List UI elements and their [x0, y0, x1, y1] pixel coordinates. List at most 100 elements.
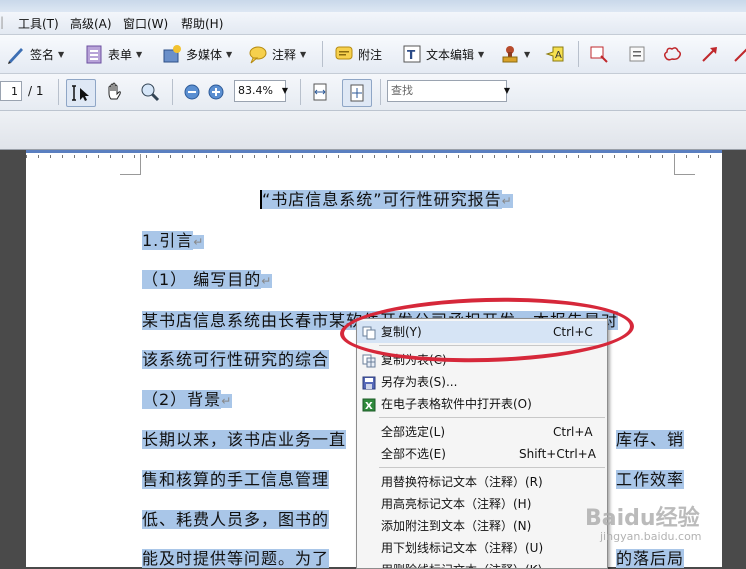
paragraph-line-6-end-text: 的落后局: [616, 549, 685, 568]
arrow-button[interactable]: [700, 42, 720, 66]
paragraph-line-2: 该系统可行性研究的综合: [142, 346, 330, 370]
line-icon: [732, 44, 746, 64]
note-button[interactable]: 附注: [334, 42, 382, 66]
menu-item-save-as-table-label: 另存为表(S)...: [381, 375, 458, 389]
chevron-down-icon: ▼: [226, 49, 233, 59]
callout-icon: A: [545, 44, 565, 64]
svg-text:X: X: [365, 401, 373, 412]
callout-button[interactable]: A: [545, 42, 565, 66]
menu-item-replace-text[interactable]: 用替换符标记文本（注释）(R): [357, 471, 607, 493]
sign-button[interactable]: 签名 ▼: [6, 42, 64, 66]
copy-table-icon: [362, 353, 376, 368]
paragraph-line-4-text: 售和核算的手工信息管理: [142, 470, 330, 489]
heading-purpose-text: （1） 编写目的: [142, 270, 262, 289]
comment-button[interactable]: 注释 ▼: [248, 42, 306, 66]
menu-overflow: |: [0, 15, 5, 29]
menu-item-open-in-spreadsheet-label: 在电子表格软件中打开表(O): [381, 397, 532, 411]
heading-purpose: （1） 编写目的↵: [142, 270, 273, 289]
watermark-url: jingyan.baidu.com: [600, 530, 702, 543]
page-total: / 1: [28, 84, 44, 98]
paragraph-line-3-text: 长期以来，该书店业务一直: [142, 430, 347, 449]
menu-help[interactable]: 帮助(H): [181, 15, 223, 32]
menu-item-copy[interactable]: 复制(Y) Ctrl+C: [357, 321, 607, 343]
menu-item-add-note[interactable]: 添加附注到文本（注释）(N): [357, 515, 607, 537]
forms-button[interactable]: 表单 ▼: [84, 42, 142, 66]
context-menu: 复制(Y) Ctrl+C 复制为表(C) 另存为表(S)... X 在电子表格软…: [356, 318, 608, 569]
paragraph-line-6: 能及时提供等问题。为了: [142, 545, 330, 569]
arrow-icon: [700, 44, 720, 64]
chevron-down-icon: ▼: [136, 49, 143, 59]
menu-item-deselect-all-shortcut: Shift+Ctrl+A: [519, 447, 596, 461]
menu-window[interactable]: 窗口(W): [123, 15, 168, 32]
multimedia-button[interactable]: 多媒体 ▼: [162, 42, 232, 66]
menu-item-strikethrough-text-label: 用删除线标记文本（注释）(K): [381, 559, 542, 568]
paragraph-line-6-text: 能及时提供等问题。为了: [142, 549, 330, 568]
secondary-toolbar-strip: [0, 111, 746, 150]
paragraph-line-3-end-text: 库存、销: [616, 430, 685, 449]
hand-icon: [104, 82, 124, 102]
paragraph-line-3: 长期以来，该书店业务一直: [142, 426, 347, 450]
spreadsheet-icon: X: [362, 397, 376, 412]
floppy-disk-icon: [362, 375, 376, 390]
sign-label: 签名: [30, 47, 55, 62]
heading-intro: 1.引言↵: [142, 231, 205, 250]
zoom-in-button[interactable]: [206, 80, 226, 104]
text-edit-button[interactable]: T 文本编辑 ▼: [402, 42, 484, 66]
list-button[interactable]: [627, 42, 647, 66]
menu-item-deselect-all[interactable]: 全部不选(E) Shift+Ctrl+A: [357, 443, 607, 465]
paragraph-line-3-end: 库存、销: [616, 426, 685, 450]
pen-icon: [6, 44, 26, 64]
text-select-cursor-icon: [71, 83, 91, 103]
list-icon: [627, 44, 647, 64]
text-box-button[interactable]: [589, 42, 609, 66]
menu-item-select-all-label: 全部选定(L): [381, 425, 446, 439]
menu-item-open-in-spreadsheet[interactable]: X 在电子表格软件中打开表(O): [357, 393, 607, 415]
menu-item-save-as-table[interactable]: 另存为表(S)...: [357, 371, 607, 393]
fit-page-icon: [347, 83, 367, 103]
find-input[interactable]: 查找: [387, 80, 507, 102]
paragraph-line-5-text: 低、耗费人员多，图书的: [142, 510, 330, 529]
fit-width-button[interactable]: [310, 80, 330, 104]
menu-tools[interactable]: 工具(T): [18, 15, 59, 32]
paragraph-line-4-end-text: 工作效率: [616, 470, 685, 489]
menu-item-add-note-label: 添加附注到文本（注释）(N): [381, 519, 532, 533]
paragraph-line-5: 低、耗费人员多，图书的: [142, 506, 330, 530]
zoom-dropdown-chevron-icon[interactable]: ▼: [278, 80, 292, 102]
zoom-out-button[interactable]: [182, 80, 202, 104]
svg-text:A: A: [555, 50, 562, 61]
menu-advanced[interactable]: 高级(A): [70, 15, 112, 32]
cloud-button[interactable]: [662, 42, 682, 66]
stamp-button[interactable]: ▼: [500, 42, 530, 66]
menu-item-select-all[interactable]: 全部选定(L) Ctrl+A: [357, 421, 607, 443]
tasks-toolbar: 签名 ▼ 表单 ▼ 多媒体 ▼ 注释 ▼ 附注 T 文本编辑 ▼ ▼ A: [0, 35, 746, 74]
document-title: “书店信息系统”可行性研究报告↵: [260, 190, 513, 209]
zoom-tool-button[interactable]: [140, 80, 160, 104]
line-button[interactable]: [732, 42, 746, 66]
menu-item-highlight-text[interactable]: 用高亮标记文本（注释）(H): [357, 493, 607, 515]
hand-tool-button[interactable]: [104, 80, 124, 104]
menu-item-copy-as-table[interactable]: 复制为表(C): [357, 349, 607, 371]
chevron-down-icon: ▼: [58, 49, 65, 59]
stamp-icon: [500, 44, 520, 64]
multimedia-icon: [162, 44, 182, 64]
chevron-down-icon: ▼: [524, 49, 531, 59]
menu-item-strikethrough-text[interactable]: 用删除线标记文本（注释）(K): [357, 559, 607, 568]
plus-circle-icon: [206, 82, 226, 102]
comment-label: 注释: [272, 47, 297, 62]
multimedia-label: 多媒体: [186, 47, 223, 62]
note-label: 附注: [358, 47, 383, 62]
find-dropdown-chevron-icon[interactable]: ▼: [500, 80, 514, 102]
fit-page-button[interactable]: [342, 79, 372, 107]
minus-circle-icon: [182, 82, 202, 102]
form-icon: [84, 44, 104, 64]
menu-item-replace-text-label: 用替换符标记文本（注释）(R): [381, 475, 543, 489]
svg-text:T: T: [407, 48, 416, 62]
select-tool-button[interactable]: [66, 79, 96, 107]
heading-background-text: （2）背景: [142, 390, 222, 409]
text-edit-icon: T: [402, 44, 422, 64]
margin-corner-right: [674, 154, 695, 175]
watermark-logo: Baidu经验: [585, 506, 700, 531]
page-number-input[interactable]: 1: [0, 81, 22, 101]
menu-item-underline-text[interactable]: 用下划线标记文本（注释）(U): [357, 537, 607, 559]
comment-bubble-icon: [248, 44, 268, 64]
